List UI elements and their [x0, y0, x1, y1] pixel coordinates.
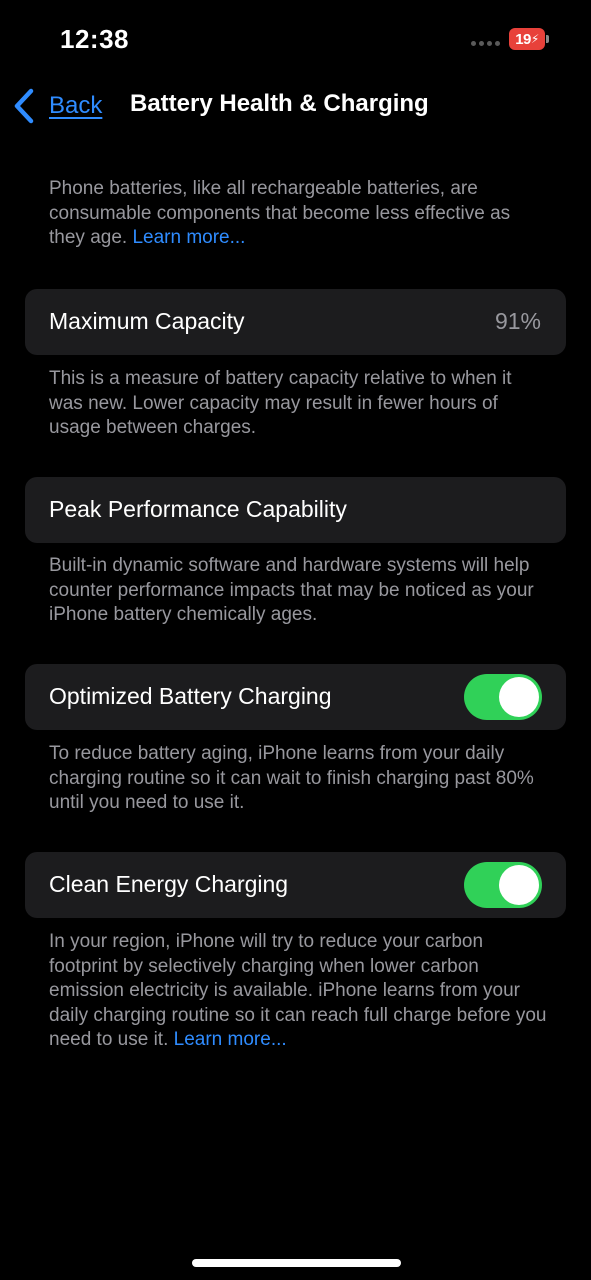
back-button[interactable]: Back	[12, 86, 102, 126]
maximum-capacity-description: This is a measure of battery capacity re…	[49, 368, 512, 438]
learn-more-link[interactable]: Learn more...	[132, 227, 245, 248]
optimized-charging-toggle[interactable]	[464, 674, 542, 720]
page-title: Battery Health & Charging	[130, 90, 429, 117]
optimized-charging-description: To reduce battery aging, iPhone learns f…	[49, 743, 534, 813]
intro-description: Phone batteries, like all rechargeable b…	[49, 177, 549, 251]
maximum-capacity-value: 91%	[494, 308, 541, 334]
peak-performance-label: Peak Performance Capability	[49, 496, 347, 522]
signal-dots-icon	[471, 39, 505, 47]
toggle-knob	[499, 865, 539, 905]
optimized-charging-label: Optimized Battery Charging	[49, 683, 332, 709]
status-bar: 12:38 19 ⚡	[0, 0, 591, 80]
learn-more-link[interactable]: Learn more...	[174, 1029, 287, 1050]
clean-energy-label: Clean Energy Charging	[49, 871, 289, 897]
navigation-bar: Back Battery Health & Charging	[0, 80, 591, 132]
toggle-knob	[499, 677, 539, 717]
clean-energy-description: In your region, iPhone will try to reduc…	[49, 930, 549, 1053]
battery-tip	[546, 35, 549, 43]
intro-text: Phone batteries, like all rechargeable b…	[49, 178, 511, 248]
charging-bolt-icon: ⚡	[530, 32, 539, 46]
maximum-capacity-row: Maximum Capacity 91%	[25, 289, 566, 355]
clean-energy-row: Clean Energy Charging	[25, 852, 566, 918]
chevron-left-icon	[14, 88, 34, 124]
status-time: 12:38	[60, 24, 129, 54]
battery-level: 19	[515, 30, 531, 48]
battery-icon: 19 ⚡	[509, 28, 545, 50]
clean-energy-text: In your region, iPhone will try to reduc…	[49, 931, 547, 1050]
maximum-capacity-label: Maximum Capacity	[49, 308, 245, 334]
clean-energy-toggle[interactable]	[464, 862, 542, 908]
peak-performance-description: Built-in dynamic software and hardware s…	[49, 555, 534, 625]
back-label: Back	[49, 92, 103, 119]
home-indicator[interactable]	[192, 1259, 401, 1267]
peak-performance-row[interactable]: Peak Performance Capability	[25, 477, 566, 543]
optimized-charging-row: Optimized Battery Charging	[25, 664, 566, 730]
